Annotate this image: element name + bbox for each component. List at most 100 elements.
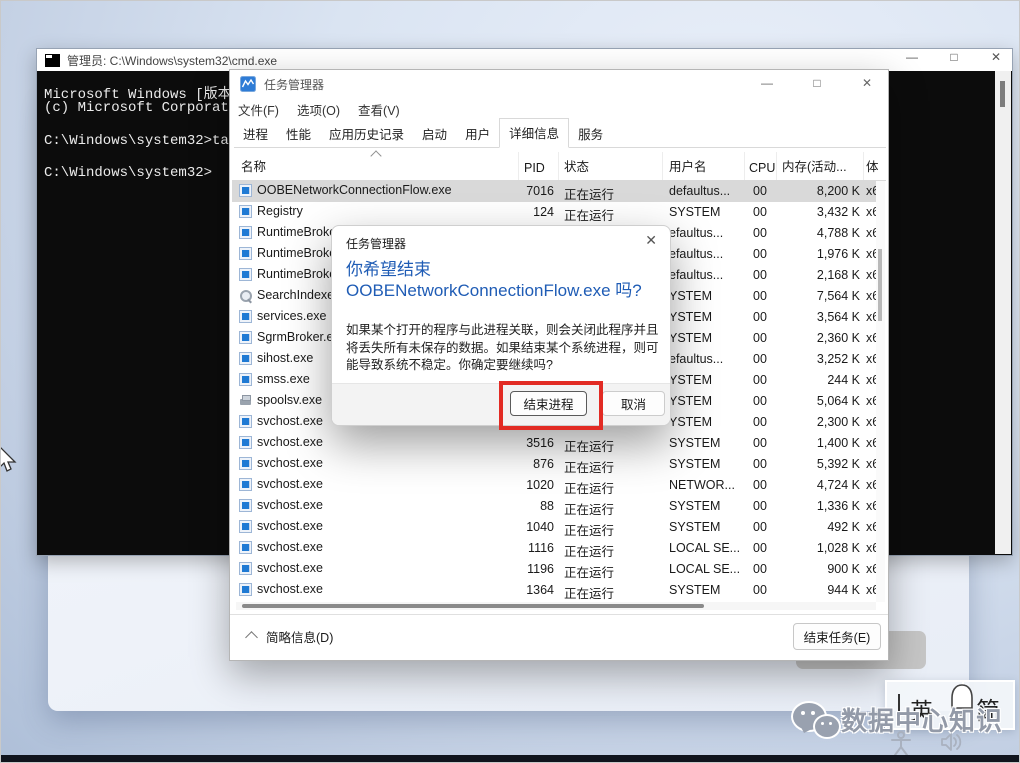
tm-tab-服务[interactable]: 服务 bbox=[569, 120, 612, 148]
col-header-cpu[interactable]: CPU bbox=[749, 161, 775, 175]
tm-menu-item-0[interactable]: 文件(F) bbox=[238, 100, 279, 119]
tm-tabs: 进程 性能 应用历史记录 启动 用户 详细信息 服务 bbox=[234, 118, 886, 148]
process-cpu: 00 bbox=[753, 184, 767, 198]
dialog-heading-line1: 你希望结束 bbox=[346, 260, 431, 279]
collapse-chevron-icon[interactable] bbox=[245, 631, 258, 644]
horizontal-scrollbar-thumb[interactable] bbox=[242, 604, 704, 608]
process-pid: 88 bbox=[540, 499, 554, 513]
tm-menu-item-1[interactable]: 选项(O) bbox=[297, 100, 340, 119]
col-header-user[interactable]: 用户名 bbox=[669, 156, 707, 175]
cmd-scrollbar-thumb[interactable] bbox=[1000, 81, 1005, 107]
process-row[interactable]: svchost.exe1364正在运行SYSTEM00944 Kx64 bbox=[232, 580, 878, 601]
window-process-icon bbox=[239, 477, 252, 491]
process-memory: 7,564 K bbox=[816, 289, 860, 303]
process-memory: 2,360 K bbox=[816, 331, 860, 345]
window-process-icon bbox=[239, 435, 252, 449]
process-name: svchost.exe bbox=[257, 540, 324, 554]
dialog-heading-line2: OOBENetworkConnectionFlow.exe 吗? bbox=[346, 281, 642, 300]
process-row[interactable]: svchost.exe876正在运行SYSTEM005,392 Kx64 bbox=[232, 454, 878, 475]
cancel-button[interactable]: 取消 bbox=[602, 391, 665, 416]
process-memory: 1,028 K bbox=[816, 541, 860, 555]
process-table-horizontal-scrollbar[interactable] bbox=[236, 602, 876, 610]
printer-process-icon bbox=[239, 394, 252, 407]
dialog-close-button[interactable]: ✕ bbox=[645, 232, 657, 249]
process-name: services.exe bbox=[257, 309, 327, 323]
process-user: SYSTEM bbox=[669, 499, 721, 513]
tm-tab-性能[interactable]: 性能 bbox=[277, 120, 320, 148]
cmd-minimize-button[interactable]: — bbox=[902, 50, 922, 64]
process-memory: 4,788 K bbox=[816, 226, 860, 240]
window-process-icon bbox=[239, 561, 252, 575]
window-process-icon bbox=[239, 204, 252, 218]
process-row[interactable]: svchost.exe 1116 正在运行 LOCAL SE... 00 1,028 Kx… bbox=[232, 538, 878, 559]
tm-tab-应用历史记录[interactable]: 应用历史记录 bbox=[320, 120, 413, 148]
tm-tab-启动[interactable]: 启动 bbox=[413, 120, 456, 148]
process-row[interactable]: svchost.exe88正在运行SYSTEM001,336 Kx64 bbox=[232, 496, 878, 517]
col-header-name[interactable]: 名称 bbox=[241, 156, 266, 175]
tm-tab-详细信息[interactable]: 详细信息 bbox=[499, 118, 570, 148]
process-memory: 5,064 K bbox=[816, 394, 860, 408]
process-cpu: 00 bbox=[753, 562, 767, 576]
window-process-icon bbox=[239, 309, 252, 323]
fewer-details-toggle[interactable]: 简略信息(D) bbox=[266, 627, 333, 646]
process-row[interactable]: svchost.exe1040正在运行SYSTEM00492 Kx64 bbox=[232, 517, 878, 538]
process-table-header[interactable]: 名称 PID 状态 用户名 CPU 内存(活动... 体 bbox=[232, 150, 886, 181]
col-header-memory[interactable]: 内存(活动... bbox=[782, 156, 847, 175]
process-row[interactable]: OOBENetworkConnectionFlow.exe 7016 正在运行 def… bbox=[232, 181, 878, 202]
tm-tab-进程[interactable]: 进程 bbox=[234, 120, 277, 148]
process-cpu: 00 bbox=[753, 226, 767, 240]
process-memory: 1,336 K bbox=[816, 499, 860, 513]
process-table-vertical-scrollbar[interactable] bbox=[876, 181, 885, 602]
col-header-status[interactable]: 状态 bbox=[564, 156, 589, 175]
dialog-body-text: 如果某个打开的程序与此进程关联，则会关闭此程序并且将丢失所有未保存的数据。如果结… bbox=[346, 323, 659, 372]
process-pid: 1196 bbox=[527, 562, 554, 576]
process-user: efaultus... bbox=[669, 247, 724, 261]
process-memory: 244 K bbox=[827, 373, 860, 387]
process-user: efaultus... bbox=[669, 268, 724, 282]
cmd-close-button[interactable]: ✕ bbox=[986, 50, 1006, 64]
tm-maximize-button[interactable]: □ bbox=[806, 76, 828, 90]
process-row[interactable]: svchost.exe1020正在运行NETWOR...004,724 Kx64 bbox=[232, 475, 878, 496]
tm-close-button[interactable]: ✕ bbox=[856, 76, 878, 90]
process-user: YSTEM bbox=[669, 331, 713, 345]
cmd-console-line: C:\Windows\system32> bbox=[44, 165, 213, 181]
search-process-icon bbox=[239, 289, 252, 302]
cmd-titlebar[interactable]: 管理员: C:\Windows\system32\cmd.exe bbox=[37, 49, 1012, 71]
process-cpu: 00 bbox=[753, 394, 767, 408]
process-memory: 900 K bbox=[827, 562, 860, 576]
vertical-scrollbar-thumb[interactable] bbox=[878, 249, 882, 321]
cmd-window-title: 管理员: C:\Windows\system32\cmd.exe bbox=[67, 53, 278, 68]
process-pid: 1116 bbox=[528, 541, 554, 555]
tm-tab-用户[interactable]: 用户 bbox=[456, 120, 499, 148]
end-task-button[interactable]: 结束任务(E) bbox=[793, 623, 881, 650]
window-process-icon bbox=[239, 582, 252, 596]
process-pid: 1040 bbox=[526, 520, 554, 534]
process-cpu: 00 bbox=[753, 289, 767, 303]
task-manager-icon bbox=[240, 76, 256, 92]
watermark-text: 数据中心知识 bbox=[841, 706, 1004, 736]
window-process-icon bbox=[239, 540, 252, 554]
process-memory: 8,200 K bbox=[816, 184, 860, 198]
cmd-maximize-button[interactable]: □ bbox=[944, 50, 964, 64]
window-process-icon bbox=[239, 225, 252, 239]
process-status: 正在运行 bbox=[564, 587, 615, 601]
cmd-scrollbar[interactable] bbox=[995, 71, 1011, 554]
process-user: YSTEM bbox=[669, 289, 713, 303]
process-row[interactable]: Registry124正在运行SYSTEM003,432 Kx64 bbox=[232, 202, 878, 223]
window-process-icon bbox=[239, 372, 252, 386]
tm-menu-item-2[interactable]: 查看(V) bbox=[358, 100, 400, 119]
process-user: SYSTEM bbox=[669, 583, 721, 597]
process-row[interactable]: svchost.exe3516正在运行SYSTEM001,400 Kx64 bbox=[232, 433, 878, 454]
process-row[interactable]: svchost.exe1196正在运行LOCAL SE...00900 Kx64 bbox=[232, 559, 878, 580]
process-user: LOCAL SE... bbox=[669, 562, 741, 576]
tm-minimize-button[interactable]: — bbox=[756, 76, 778, 90]
bottom-dark-strip bbox=[1, 755, 1019, 762]
process-pid: 876 bbox=[533, 457, 554, 471]
process-cpu: 00 bbox=[753, 541, 767, 555]
col-header-pid[interactable]: PID bbox=[524, 161, 545, 175]
process-cpu: 00 bbox=[753, 520, 767, 534]
process-name: Registry bbox=[257, 204, 303, 218]
screen: 管理员: C:\Windows\system32\cmd.exe — □ ✕ M… bbox=[0, 0, 1020, 763]
window-process-icon bbox=[239, 519, 252, 533]
col-header-arch[interactable]: 体 bbox=[866, 156, 878, 175]
